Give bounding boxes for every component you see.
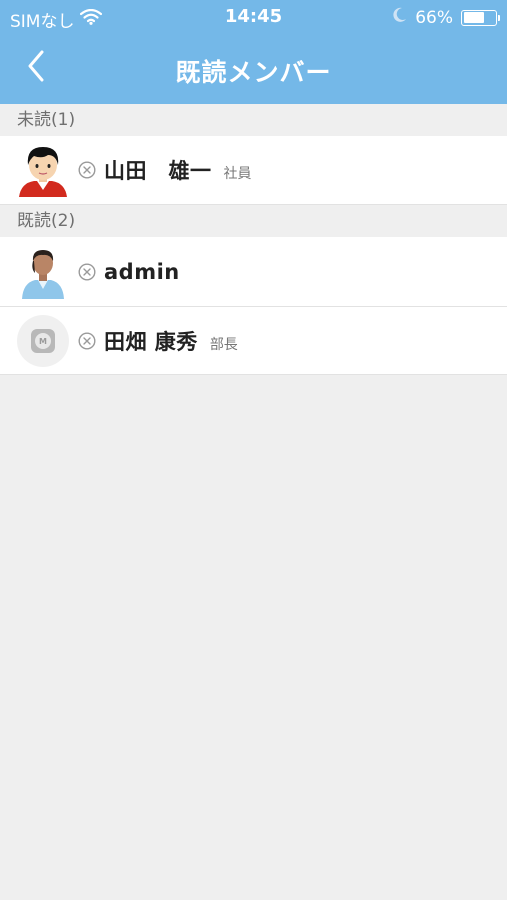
close-circle-icon	[78, 161, 96, 179]
header: SIMなし 14:45 66% 既読メンバー	[0, 0, 507, 104]
svg-text:M: M	[39, 337, 47, 346]
battery-icon	[461, 9, 500, 26]
default-avatar: M	[16, 314, 70, 368]
moon-icon	[393, 7, 407, 28]
member-name: 田畑 康秀	[104, 329, 198, 354]
status-bar: SIMなし 14:45 66%	[0, 0, 507, 34]
member-name: 山田 雄一	[104, 159, 212, 183]
section-header-read: 既読(2)	[0, 205, 507, 237]
close-circle-icon	[78, 262, 96, 281]
page-title: 既読メンバー	[175, 58, 332, 87]
close-circle-icon	[78, 331, 96, 350]
unread-list: 山田 雄一 社員	[0, 136, 507, 205]
section-header-unread: 未読(1)	[0, 104, 507, 136]
member-title: 社員	[223, 166, 252, 182]
app-screen: SIMなし 14:45 66% 既読メンバー 未読(1) 山田 雄一 社員 既読…	[0, 0, 507, 900]
member-title: 部長	[209, 336, 238, 353]
man-avatar	[16, 245, 70, 299]
status-right: 66%	[393, 7, 500, 28]
red-shirt-avatar	[16, 143, 70, 197]
read-list: admin M 田畑 康秀 部長	[0, 237, 507, 375]
member-name: admin	[104, 259, 180, 284]
battery-percent: 66%	[415, 7, 453, 28]
nav-bar: 既読メンバー	[0, 34, 507, 104]
member-row[interactable]: 山田 雄一 社員	[0, 136, 507, 205]
battery-fill	[463, 12, 484, 23]
member-row[interactable]: M 田畑 康秀 部長	[0, 306, 507, 375]
member-row[interactable]: admin	[0, 237, 507, 306]
